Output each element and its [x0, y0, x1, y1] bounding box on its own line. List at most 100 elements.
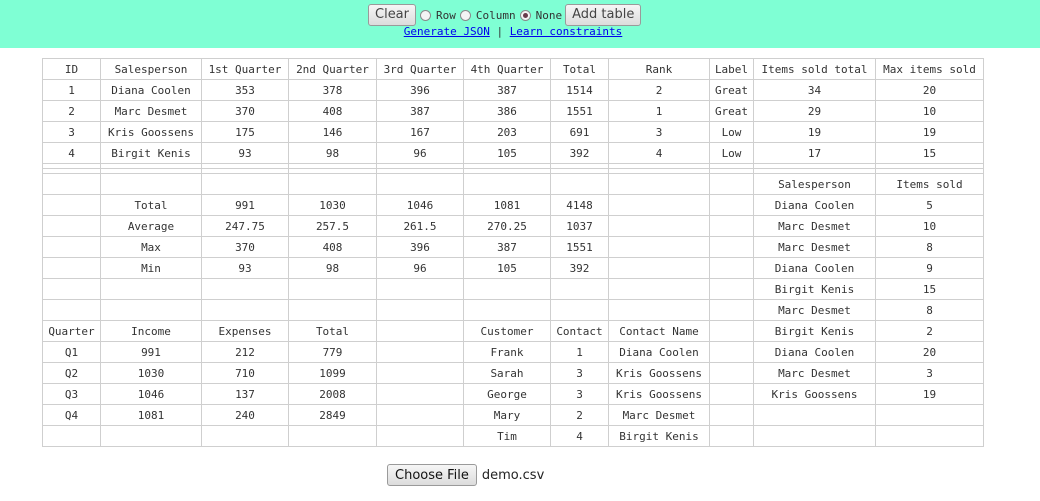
- radio-column-circle[interactable]: [459, 9, 471, 21]
- table-cell[interactable]: 1081: [463, 194, 551, 216]
- table-cell[interactable]: Items sold total: [753, 58, 876, 80]
- table-cell[interactable]: [201, 173, 289, 195]
- table-cell[interactable]: 1046: [376, 194, 464, 216]
- table-cell[interactable]: Customer: [463, 320, 551, 342]
- table-cell[interactable]: 353: [201, 79, 289, 101]
- table-cell[interactable]: [709, 404, 754, 426]
- table-cell[interactable]: [709, 215, 754, 237]
- table-cell[interactable]: [709, 299, 754, 321]
- table-cell[interactable]: [463, 299, 551, 321]
- table-cell[interactable]: 105: [463, 257, 551, 279]
- table-cell[interactable]: [608, 194, 710, 216]
- table-cell[interactable]: [709, 425, 754, 447]
- table-cell[interactable]: 98: [288, 257, 377, 279]
- radio-row[interactable]: Row: [420, 9, 456, 22]
- table-cell[interactable]: 29: [753, 100, 876, 122]
- table-cell[interactable]: 8: [875, 299, 984, 321]
- table-cell[interactable]: Q4: [42, 404, 101, 426]
- radio-none[interactable]: None: [519, 9, 562, 22]
- table-cell[interactable]: 1551: [550, 100, 609, 122]
- table-cell[interactable]: Rank: [608, 58, 710, 80]
- table-cell[interactable]: 408: [288, 236, 377, 258]
- table-cell[interactable]: 1037: [550, 215, 609, 237]
- table-cell[interactable]: Contact: [550, 320, 609, 342]
- table-cell[interactable]: 1046: [100, 383, 202, 405]
- table-cell[interactable]: 4: [42, 142, 101, 164]
- table-cell[interactable]: [42, 299, 101, 321]
- table-cell[interactable]: 370: [201, 236, 289, 258]
- table-cell[interactable]: [42, 236, 101, 258]
- table-cell[interactable]: 779: [288, 341, 377, 363]
- table-cell[interactable]: 19: [875, 121, 984, 143]
- table-cell[interactable]: 17: [753, 142, 876, 164]
- table-cell[interactable]: Marc Desmet: [753, 362, 876, 384]
- table-cell[interactable]: 34: [753, 79, 876, 101]
- table-cell[interactable]: [42, 173, 101, 195]
- table-cell[interactable]: [709, 362, 754, 384]
- table-cell[interactable]: [376, 404, 464, 426]
- table-cell[interactable]: [753, 425, 876, 447]
- table-cell[interactable]: 1514: [550, 79, 609, 101]
- table-cell[interactable]: 3: [550, 383, 609, 405]
- table-cell[interactable]: 4: [608, 142, 710, 164]
- table-cell[interactable]: 392: [550, 142, 609, 164]
- table-cell[interactable]: Diana Coolen: [753, 194, 876, 216]
- table-cell[interactable]: 105: [463, 142, 551, 164]
- clear-button[interactable]: Clear: [368, 4, 416, 26]
- table-cell[interactable]: 257.5: [288, 215, 377, 237]
- table-cell[interactable]: [550, 299, 609, 321]
- table-cell[interactable]: 991: [100, 341, 202, 363]
- table-cell[interactable]: 2849: [288, 404, 377, 426]
- table-cell[interactable]: Contact Name: [608, 320, 710, 342]
- table-cell[interactable]: 1: [608, 100, 710, 122]
- table-cell[interactable]: Marc Desmet: [753, 236, 876, 258]
- table-cell[interactable]: 261.5: [376, 215, 464, 237]
- table-cell[interactable]: 175: [201, 121, 289, 143]
- table-cell[interactable]: 270.25: [463, 215, 551, 237]
- table-cell[interactable]: [376, 383, 464, 405]
- table-cell[interactable]: [608, 257, 710, 279]
- table-cell[interactable]: 93: [201, 142, 289, 164]
- table-cell[interactable]: [100, 173, 202, 195]
- table-cell[interactable]: Kris Goossens: [100, 121, 202, 143]
- table-cell[interactable]: 9: [875, 257, 984, 279]
- table-cell[interactable]: [100, 425, 202, 447]
- table-cell[interactable]: Frank: [463, 341, 551, 363]
- table-cell[interactable]: 1: [42, 79, 101, 101]
- table-cell[interactable]: 408: [288, 100, 377, 122]
- table-cell[interactable]: [550, 278, 609, 300]
- table-cell[interactable]: Birgit Kenis: [608, 425, 710, 447]
- table-cell[interactable]: 4: [550, 425, 609, 447]
- table-cell[interactable]: [42, 257, 101, 279]
- radio-none-circle[interactable]: [519, 9, 531, 21]
- table-cell[interactable]: 2008: [288, 383, 377, 405]
- table-cell[interactable]: [42, 215, 101, 237]
- table-cell[interactable]: 203: [463, 121, 551, 143]
- table-cell[interactable]: 2: [550, 404, 609, 426]
- table-cell[interactable]: [709, 320, 754, 342]
- table-cell[interactable]: [709, 257, 754, 279]
- table-cell[interactable]: [201, 299, 289, 321]
- table-cell[interactable]: [42, 278, 101, 300]
- table-cell[interactable]: 387: [463, 79, 551, 101]
- table-cell[interactable]: Max: [100, 236, 202, 258]
- table-cell[interactable]: 96: [376, 257, 464, 279]
- table-cell[interactable]: [288, 278, 377, 300]
- table-cell[interactable]: 15: [875, 278, 984, 300]
- table-cell[interactable]: [376, 320, 464, 342]
- table-cell[interactable]: Quarter: [42, 320, 101, 342]
- table-cell[interactable]: 386: [463, 100, 551, 122]
- table-cell[interactable]: 1081: [100, 404, 202, 426]
- table-cell[interactable]: [875, 404, 984, 426]
- table-cell[interactable]: 1030: [100, 362, 202, 384]
- table-cell[interactable]: Diana Coolen: [753, 341, 876, 363]
- table-cell[interactable]: [42, 425, 101, 447]
- choose-file-button[interactable]: Choose File: [387, 464, 477, 486]
- table-cell[interactable]: [608, 173, 710, 195]
- radio-column[interactable]: Column: [459, 9, 516, 22]
- table-cell[interactable]: Average: [100, 215, 202, 237]
- table-cell[interactable]: [376, 173, 464, 195]
- table-cell[interactable]: 3: [42, 121, 101, 143]
- table-cell[interactable]: 98: [288, 142, 377, 164]
- table-cell[interactable]: 19: [875, 383, 984, 405]
